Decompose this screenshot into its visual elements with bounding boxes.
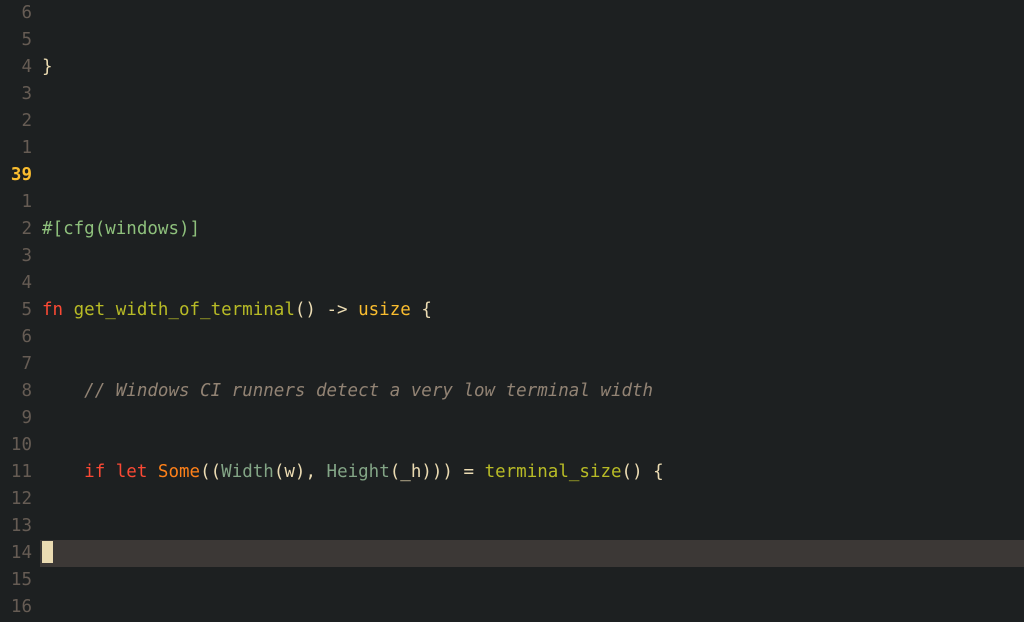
line-number: 5 bbox=[0, 297, 32, 324]
code-area[interactable]: 6 5 4 3 2 1 39 1 2 3 4 5 6 7 8 9 10 11 1… bbox=[0, 0, 1024, 622]
line-number: 7 bbox=[0, 351, 32, 378]
line-number: 4 bbox=[0, 270, 32, 297]
code-line-current[interactable] bbox=[40, 540, 1024, 567]
line-number: 10 bbox=[0, 432, 32, 459]
line-number: 1 bbox=[0, 135, 32, 162]
line-number: 6 bbox=[0, 0, 32, 27]
code-line[interactable]: } bbox=[40, 54, 1024, 81]
code-line[interactable]: // Windows CI runners detect a very low … bbox=[40, 378, 1024, 405]
line-number: 4 bbox=[0, 54, 32, 81]
line-number: 3 bbox=[0, 243, 32, 270]
line-number: 14 bbox=[0, 540, 32, 567]
line-number: 12 bbox=[0, 486, 32, 513]
code-line[interactable]: #[cfg(windows)] bbox=[40, 216, 1024, 243]
line-number: 6 bbox=[0, 324, 32, 351]
line-number: 3 bbox=[0, 81, 32, 108]
line-number: 2 bbox=[0, 108, 32, 135]
line-number: 15 bbox=[0, 567, 32, 594]
line-number: 8 bbox=[0, 378, 32, 405]
editor: 6 5 4 3 2 1 39 1 2 3 4 5 6 7 8 9 10 11 1… bbox=[0, 0, 1024, 622]
line-number: 2 bbox=[0, 216, 32, 243]
line-number: 16 bbox=[0, 594, 32, 621]
cursor bbox=[42, 541, 53, 563]
line-number: 11 bbox=[0, 459, 32, 486]
code-line[interactable]: fn get_width_of_terminal() -> usize { bbox=[40, 297, 1024, 324]
line-number-gutter: 6 5 4 3 2 1 39 1 2 3 4 5 6 7 8 9 10 11 1… bbox=[0, 0, 40, 622]
line-number: 9 bbox=[0, 405, 32, 432]
code-content[interactable]: } #[cfg(windows)] fn get_width_of_termin… bbox=[40, 0, 1024, 622]
code-line[interactable]: if let Some((Width(w), Height(_h))) = te… bbox=[40, 459, 1024, 486]
line-number-current: 39 bbox=[0, 162, 32, 189]
line-number: 1 bbox=[0, 189, 32, 216]
line-number: 5 bbox=[0, 27, 32, 54]
line-number: 13 bbox=[0, 513, 32, 540]
code-line[interactable] bbox=[40, 135, 1024, 162]
